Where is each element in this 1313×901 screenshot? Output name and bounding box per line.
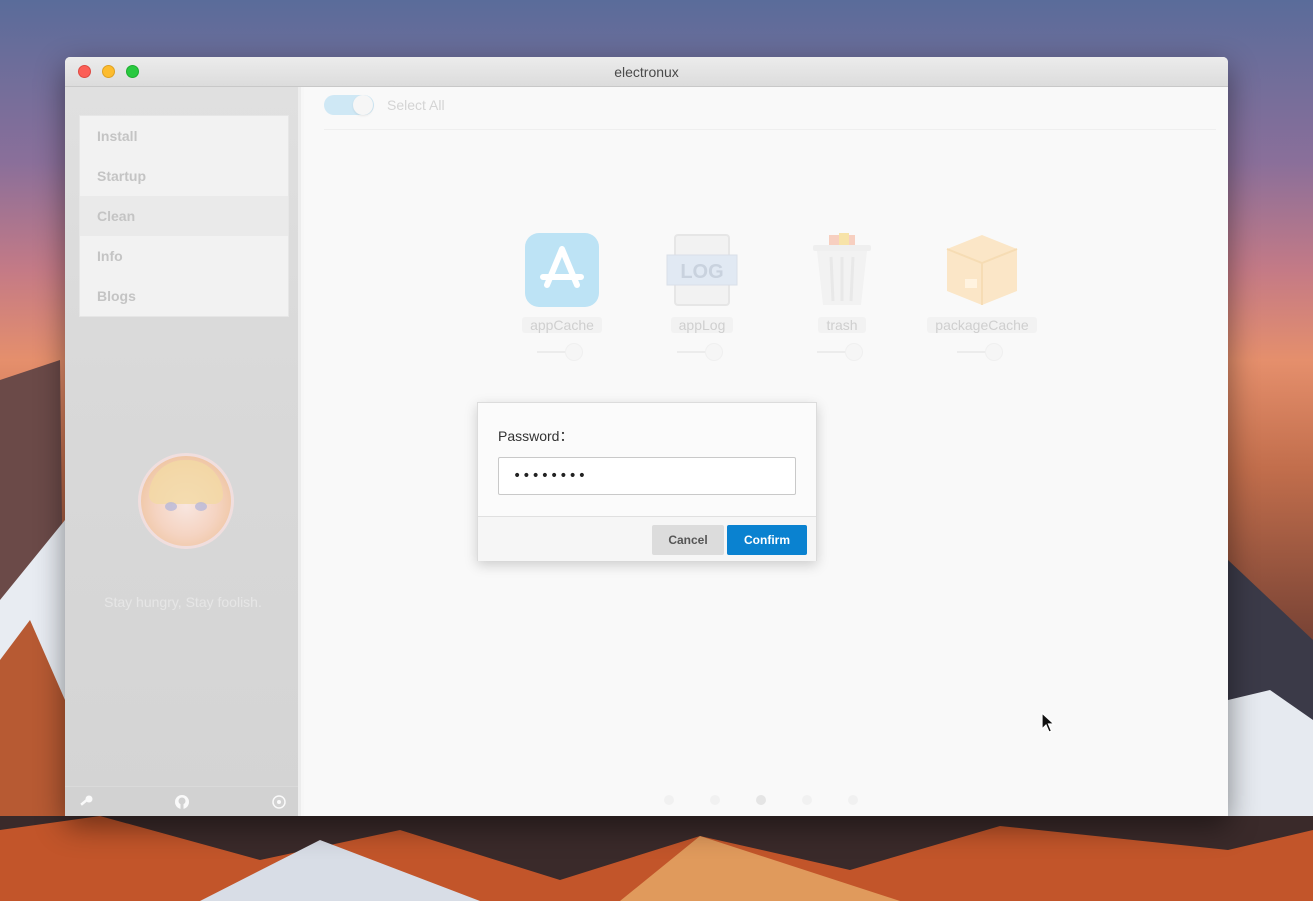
page-dot[interactable] [664,795,674,805]
app-content: Install Startup Clean Info Blogs Stay hu… [65,87,1228,816]
trash-icon [805,233,879,307]
select-all-label: Select All [387,97,445,113]
appcache-switch[interactable] [537,343,587,361]
page-dot[interactable] [710,795,720,805]
select-all-toggle[interactable] [324,95,374,115]
app-store-icon [525,233,599,307]
page-dot[interactable] [848,795,858,805]
cancel-button[interactable]: Cancel [652,525,724,555]
select-all-bar: Select All [324,87,1216,130]
motto-text: Stay hungry, Stay foolish. [104,594,262,610]
mouse-cursor-icon [1041,712,1055,733]
sidebar-item-startup[interactable]: Startup [80,156,288,196]
power-icon[interactable] [271,794,287,810]
sidebar-menu: Install Startup Clean Info Blogs [79,115,289,317]
clean-item-label: trash [818,317,866,333]
title-bar[interactable]: electronux [65,57,1228,87]
log-icon: LOG [665,233,739,307]
sidebar-item-blogs[interactable]: Blogs [80,276,288,316]
clean-item-label: packageCache [927,317,1037,333]
page-dot-current[interactable] [756,795,766,805]
clean-item-packagecache[interactable]: packageCache [927,233,1037,361]
clean-item-applog[interactable]: LOG appLog [647,233,757,361]
avatar [138,453,234,549]
trash-switch[interactable] [817,343,867,361]
password-label: Password： [498,428,574,444]
window-title: electronux [614,64,679,80]
page-dot[interactable] [802,795,812,805]
dialog-footer: Cancel Confirm [478,516,816,561]
password-dialog: Password： Cancel Confirm [477,402,817,561]
clean-item-appcache[interactable]: appCache [507,233,617,361]
app-window: electronux Install Startup Clean Info Bl… [65,57,1228,816]
clean-item-trash[interactable]: trash [787,233,897,361]
clean-item-label: appCache [522,317,602,333]
sidebar: Install Startup Clean Info Blogs Stay hu… [65,87,301,816]
svg-text:LOG: LOG [680,261,723,283]
sidebar-footer [65,786,298,816]
package-icon [945,233,1019,307]
key-icon[interactable] [78,794,94,810]
confirm-button[interactable]: Confirm [727,525,807,555]
page-indicator [664,792,894,810]
github-icon[interactable] [174,794,190,810]
password-input[interactable] [498,457,796,495]
sidebar-item-install[interactable]: Install [80,116,288,156]
packagecache-switch[interactable] [957,343,1007,361]
sidebar-item-info[interactable]: Info [80,236,288,276]
applog-switch[interactable] [677,343,727,361]
clean-item-label: appLog [670,317,734,333]
sidebar-item-clean[interactable]: Clean [80,196,288,236]
